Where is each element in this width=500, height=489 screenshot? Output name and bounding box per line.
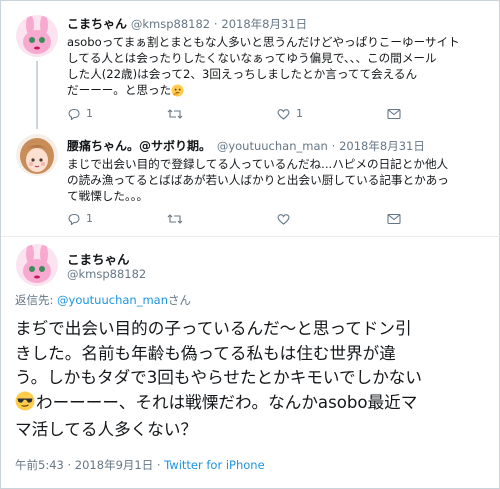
- tweet1-text-line: してる人とは会ったりしたくないなぁってゆう偏見で、、、この間メール: [67, 51, 437, 65]
- tweet2-reply-count: 1: [86, 212, 93, 225]
- dm-icon: [387, 213, 401, 225]
- tweet1-text-line: した人(22歳)は会って2、3回えっちしましたとか言ってて会えるん: [67, 67, 418, 81]
- tweet1-separator: ·: [213, 17, 218, 31]
- reply-to-line: 返信先: @youtuuchan_manさん: [15, 292, 191, 308]
- like-icon: [277, 213, 290, 225]
- tweet1-header: こまちゃん @kmsp88182 · 2018年8月31日: [67, 15, 307, 32]
- tweet2-text: まじで出会い目的で登録してる人っているんだね...ハピメの日記とか他人 の読み漁…: [67, 156, 487, 204]
- dm-icon: [387, 108, 401, 120]
- main-author-name[interactable]: こまちゃん: [67, 249, 130, 268]
- tweet1-like-count: 1: [296, 107, 303, 120]
- tweet1-actions: 1 1: [67, 107, 401, 120]
- main-text-line: マ活してる人多くない？: [15, 420, 198, 439]
- meta-separator: ·: [67, 458, 72, 472]
- main-text-line: きした。名前も年齢も偽ってる私もは住む世界が違: [15, 343, 396, 363]
- main-text-line: う。しかもタダで3回もやらせたとかキモいでしかない: [15, 368, 422, 387]
- tweet2-header: 腰痛ちゃん。@サボり期。 @youtuuchan_man · 2018年8月31…: [67, 137, 425, 154]
- reply-to-prefix: 返信先:: [15, 293, 58, 307]
- tweet1-text: asoboってまぁ割とまともな人多いと思うんだけどやっぱりこーゆーサイト してる…: [67, 34, 487, 101]
- tweet-meta: 午前5:43 · 2018年9月1日 · Twitter for iPhone: [15, 457, 265, 473]
- meta-separator-2: ·: [156, 458, 161, 472]
- tweet2-text-line: の読み漁ってるとばばあが若い人ばかりと出会い厨している記事とかあっ: [67, 173, 449, 187]
- tweet1-date[interactable]: 2018年8月31日: [221, 17, 307, 31]
- tweet1-retweet-button[interactable]: [167, 108, 277, 120]
- tweet2-like-button[interactable]: [277, 213, 387, 225]
- main-text-line4: わーーーー、それは戦慄だわ。なんかasobo最近マ: [36, 392, 418, 412]
- thread-connector: [36, 61, 38, 129]
- main-tweet-text: まぢで出会い目的の子っているんだ〜と思ってドン引 きした。名前も年齢も偽ってる私…: [15, 317, 491, 443]
- tweet-date[interactable]: 2018年9月1日: [75, 458, 153, 472]
- tweet1-dm-button[interactable]: [387, 108, 401, 120]
- tweet2-retweet-button[interactable]: [167, 213, 277, 225]
- tweet1-text-line4: だーーー。と思った: [67, 83, 172, 97]
- section-divider: [1, 236, 500, 237]
- retweet-icon: [167, 108, 183, 120]
- tweet-thread-card: こまちゃん @kmsp88182 · 2018年8月31日 asoboってまぁ割…: [0, 0, 500, 489]
- tweet2-dm-button[interactable]: [387, 213, 401, 225]
- reply-to-handle-link[interactable]: @youtuuchan_man: [57, 293, 168, 307]
- like-icon: [277, 108, 290, 120]
- main-text-line: まぢで出会い目的の子っているんだ〜と思ってドン引: [15, 319, 412, 338]
- tweet2-text-line: て戦慄した。。。: [67, 189, 149, 203]
- reply-icon: [67, 108, 80, 120]
- tweet1-like-button[interactable]: 1: [277, 107, 387, 120]
- reply-to-suffix: さん: [167, 293, 191, 307]
- tweet1-name[interactable]: こまちゃん: [67, 17, 127, 31]
- main-text-line: わーーーー、それは戦慄だわ。なんかasobo最近マ: [15, 391, 491, 419]
- tweet2-date[interactable]: 2018年8月31日: [339, 139, 425, 153]
- tweet2-actions: 1: [67, 212, 401, 225]
- main-author-handle[interactable]: @kmsp88182: [67, 267, 146, 281]
- sunglasses-emoji: [15, 391, 35, 419]
- tweet-source-link[interactable]: Twitter for iPhone: [164, 458, 265, 472]
- tweet-time[interactable]: 午前5:43: [15, 458, 64, 472]
- avatar-komachan-main[interactable]: [16, 244, 58, 286]
- tweet2-handle[interactable]: @youtuuchan_man: [217, 139, 328, 153]
- retweet-icon: [167, 213, 183, 225]
- tweet1-handle[interactable]: @kmsp88182: [131, 17, 210, 31]
- tweet1-reply-count: 1: [86, 107, 93, 120]
- tweet2-separator: ·: [331, 139, 336, 153]
- thinking-emoji: [171, 84, 184, 101]
- reply-icon: [67, 213, 80, 225]
- avatar-komachan-1[interactable]: [16, 15, 58, 57]
- tweet1-text-line: asoboってまぁ割とまともな人多いと思うんだけどやっぱりこーゆーサイト: [67, 35, 460, 49]
- tweet2-name[interactable]: 腰痛ちゃん。@サボり期。: [67, 139, 211, 153]
- avatar-youtuuchan[interactable]: [16, 134, 58, 176]
- tweet2-text-line: まじで出会い目的で登録してる人っているんだね...ハピメの日記とか他人: [67, 157, 449, 171]
- tweet2-reply-button[interactable]: 1: [67, 212, 167, 225]
- tweet1-text-line: だーーー。と思った: [67, 82, 487, 101]
- tweet1-reply-button[interactable]: 1: [67, 107, 167, 120]
